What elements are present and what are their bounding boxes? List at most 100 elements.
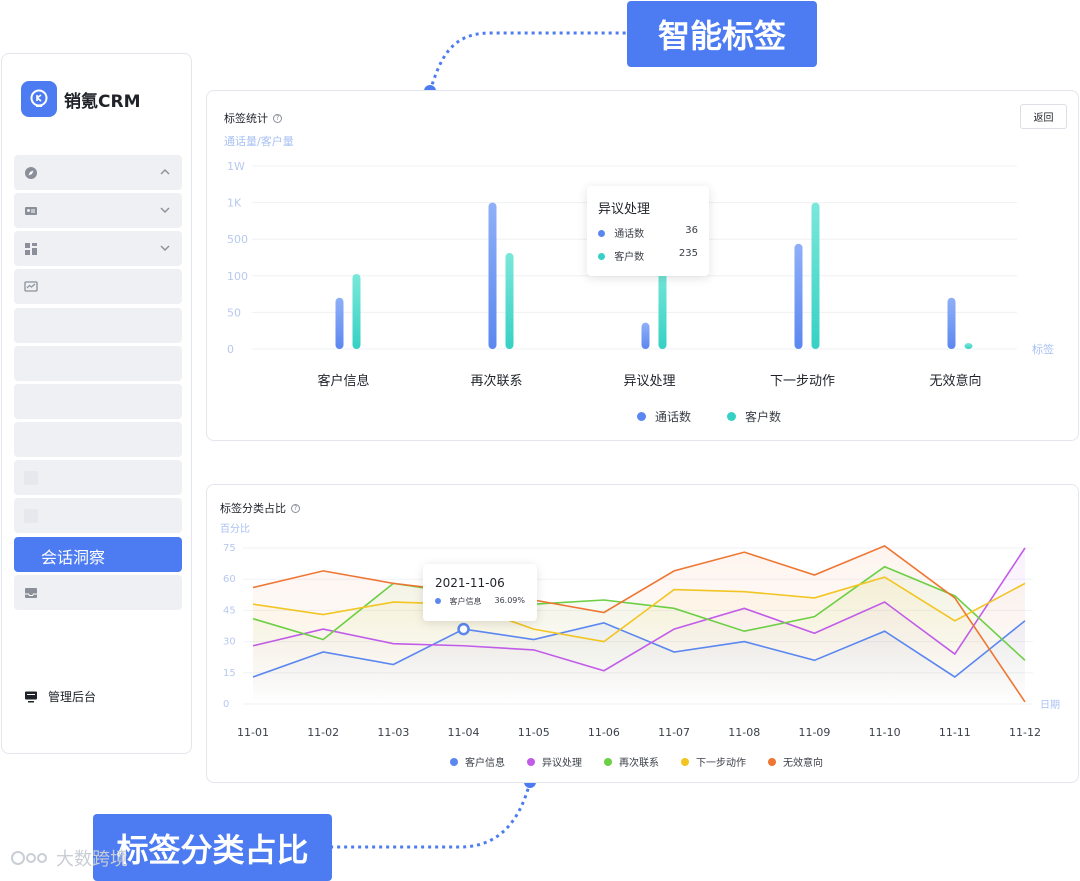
legend-item[interactable]: 客户数 (727, 408, 781, 425)
brand-logo (21, 81, 57, 117)
series-dot (598, 230, 605, 237)
series-dot (768, 758, 776, 766)
y-tick-label: 500 (227, 233, 248, 246)
x-tick-label: 异议处理 (623, 374, 675, 389)
x-tick-label: 11-11 (939, 726, 971, 739)
monitor-icon (25, 691, 37, 702)
x-axis-name: 标签 (1032, 342, 1054, 356)
tooltip-label: 通话数 (614, 229, 645, 240)
chevron-up-icon (160, 169, 170, 175)
inbox-icon (25, 588, 37, 598)
smart-tag-callout: 智能标签 (627, 1, 817, 67)
series-area (253, 545, 1025, 704)
y-tick-label: 45 (223, 605, 236, 616)
sidebar-item[interactable] (14, 384, 182, 419)
bar (811, 202, 820, 349)
x-tick-label: 11-08 (728, 726, 760, 739)
legend-label: 再次联系 (619, 758, 659, 769)
sidebar: 销氪CRM 会话洞察 管理后台 (1, 53, 192, 754)
sidebar-item[interactable] (14, 308, 182, 343)
sidebar-item-label: 会话洞察 (41, 548, 106, 567)
tag-ratio-card: 标签分类占比 ? 百分比 0 15 30 45 60 75 11-01 11-02 11-03 1… (206, 484, 1079, 783)
highlight-point (457, 622, 470, 636)
y-tick-label: 60 (223, 574, 236, 585)
legend-item[interactable]: 再次联系 (604, 754, 659, 769)
brand-name: 销氪CRM (64, 92, 141, 112)
bar (641, 322, 650, 349)
bar-tooltip: 异议处理 通话数 36 客户数 235 (587, 186, 709, 276)
tooltip-row: 通话数 36 (598, 225, 698, 240)
bar (794, 243, 803, 349)
legend-label: 异议处理 (542, 758, 582, 769)
y-tick-label: 75 (223, 543, 236, 554)
sidebar-item[interactable] (14, 422, 182, 457)
sidebar-item-inbox[interactable] (14, 575, 182, 610)
compass-icon (25, 167, 37, 179)
sidebar-item-conversation-insight[interactable]: 会话洞察 (14, 537, 182, 572)
monitor-chart-icon (24, 281, 38, 292)
sidebar-item[interactable] (14, 346, 182, 381)
sidebar-item[interactable] (14, 498, 182, 533)
x-tick-label: 11-01 (237, 726, 269, 739)
bar (947, 297, 956, 349)
bar (658, 263, 667, 349)
bar (488, 202, 497, 349)
watermark-logo-icon (11, 851, 47, 865)
placeholder-icon (24, 509, 38, 523)
bar (335, 297, 344, 349)
tooltip-value: 235 (678, 248, 698, 259)
line-chart: 0 15 30 45 60 75 11-01 11-02 11-03 11-04 11-05 11-0… (223, 543, 1060, 739)
series-dot (681, 758, 689, 766)
legend-item[interactable]: 下一步动作 (681, 754, 746, 769)
placeholder-icon (24, 471, 38, 485)
x-tick-label: 再次联系 (470, 373, 522, 389)
grid-icon (25, 243, 37, 255)
series-dot (435, 598, 441, 604)
legend-item[interactable]: 客户信息 (450, 754, 505, 769)
tooltip-row: 客户信息 36.09% (435, 596, 525, 607)
tag-ratio-callout: 标签分类占比 (93, 814, 332, 881)
x-tick-label: 11-10 (869, 726, 901, 739)
series-dot (604, 758, 612, 766)
watermark-text: 大数跨境 (56, 849, 128, 870)
sidebar-item-customers[interactable] (14, 193, 182, 228)
watermark: 大数跨境 (10, 845, 128, 871)
x-axis-name: 日期 (1040, 699, 1060, 711)
chevron-down-icon (160, 245, 170, 251)
y-tick-label: 0 (227, 343, 234, 356)
chevron-down-icon (160, 207, 170, 213)
sidebar-item-dashboard[interactable] (14, 155, 182, 190)
y-tick-label: 1W (227, 160, 245, 173)
admin-console-link[interactable]: 管理后台 (24, 688, 96, 705)
x-tick-label: 11-07 (658, 726, 690, 739)
tag-stats-card: 标签统计 ? 返回 通话量/客户量 0 50 100 500 1K 1W 客户信息 再次联系异… (206, 90, 1079, 441)
legend-label: 无效意向 (783, 758, 823, 769)
line-tooltip: 2021-11-06 客户信息 36.09% (423, 564, 537, 621)
x-tick-label: 无效意向 (929, 373, 981, 389)
tooltip-value: 36 (685, 225, 698, 236)
sidebar-item-analytics[interactable] (14, 269, 182, 304)
tooltip-value: 36.09% (494, 596, 525, 605)
bar (352, 273, 361, 349)
sidebar-item[interactable] (14, 460, 182, 495)
tooltip-title: 2021-11-06 (435, 576, 505, 590)
x-tick-label: 11-12 (1009, 726, 1041, 739)
x-tick-label: 11-04 (448, 726, 480, 739)
legend-item[interactable]: 无效意向 (768, 754, 823, 769)
x-tick-label: 11-05 (518, 726, 550, 739)
x-tick-label: 客户信息 (317, 373, 369, 389)
legend-item[interactable]: 通话数 (637, 408, 691, 425)
bulb-icon (30, 89, 48, 107)
x-tick-label: 下一步动作 (770, 374, 835, 389)
legend-item[interactable]: 异议处理 (527, 754, 582, 769)
id-card-icon (25, 207, 37, 215)
sidebar-item-workspace[interactable] (14, 231, 182, 266)
tooltip-title: 异议处理 (598, 202, 651, 217)
y-tick-label: 50 (227, 306, 241, 319)
x-tick-label: 11-02 (307, 726, 339, 739)
bar-legend: 通话数 客户数 (637, 408, 781, 425)
series-dot (527, 758, 535, 766)
admin-label: 管理后台 (48, 690, 97, 704)
bar (505, 252, 514, 349)
y-tick-label: 0 (223, 699, 229, 710)
